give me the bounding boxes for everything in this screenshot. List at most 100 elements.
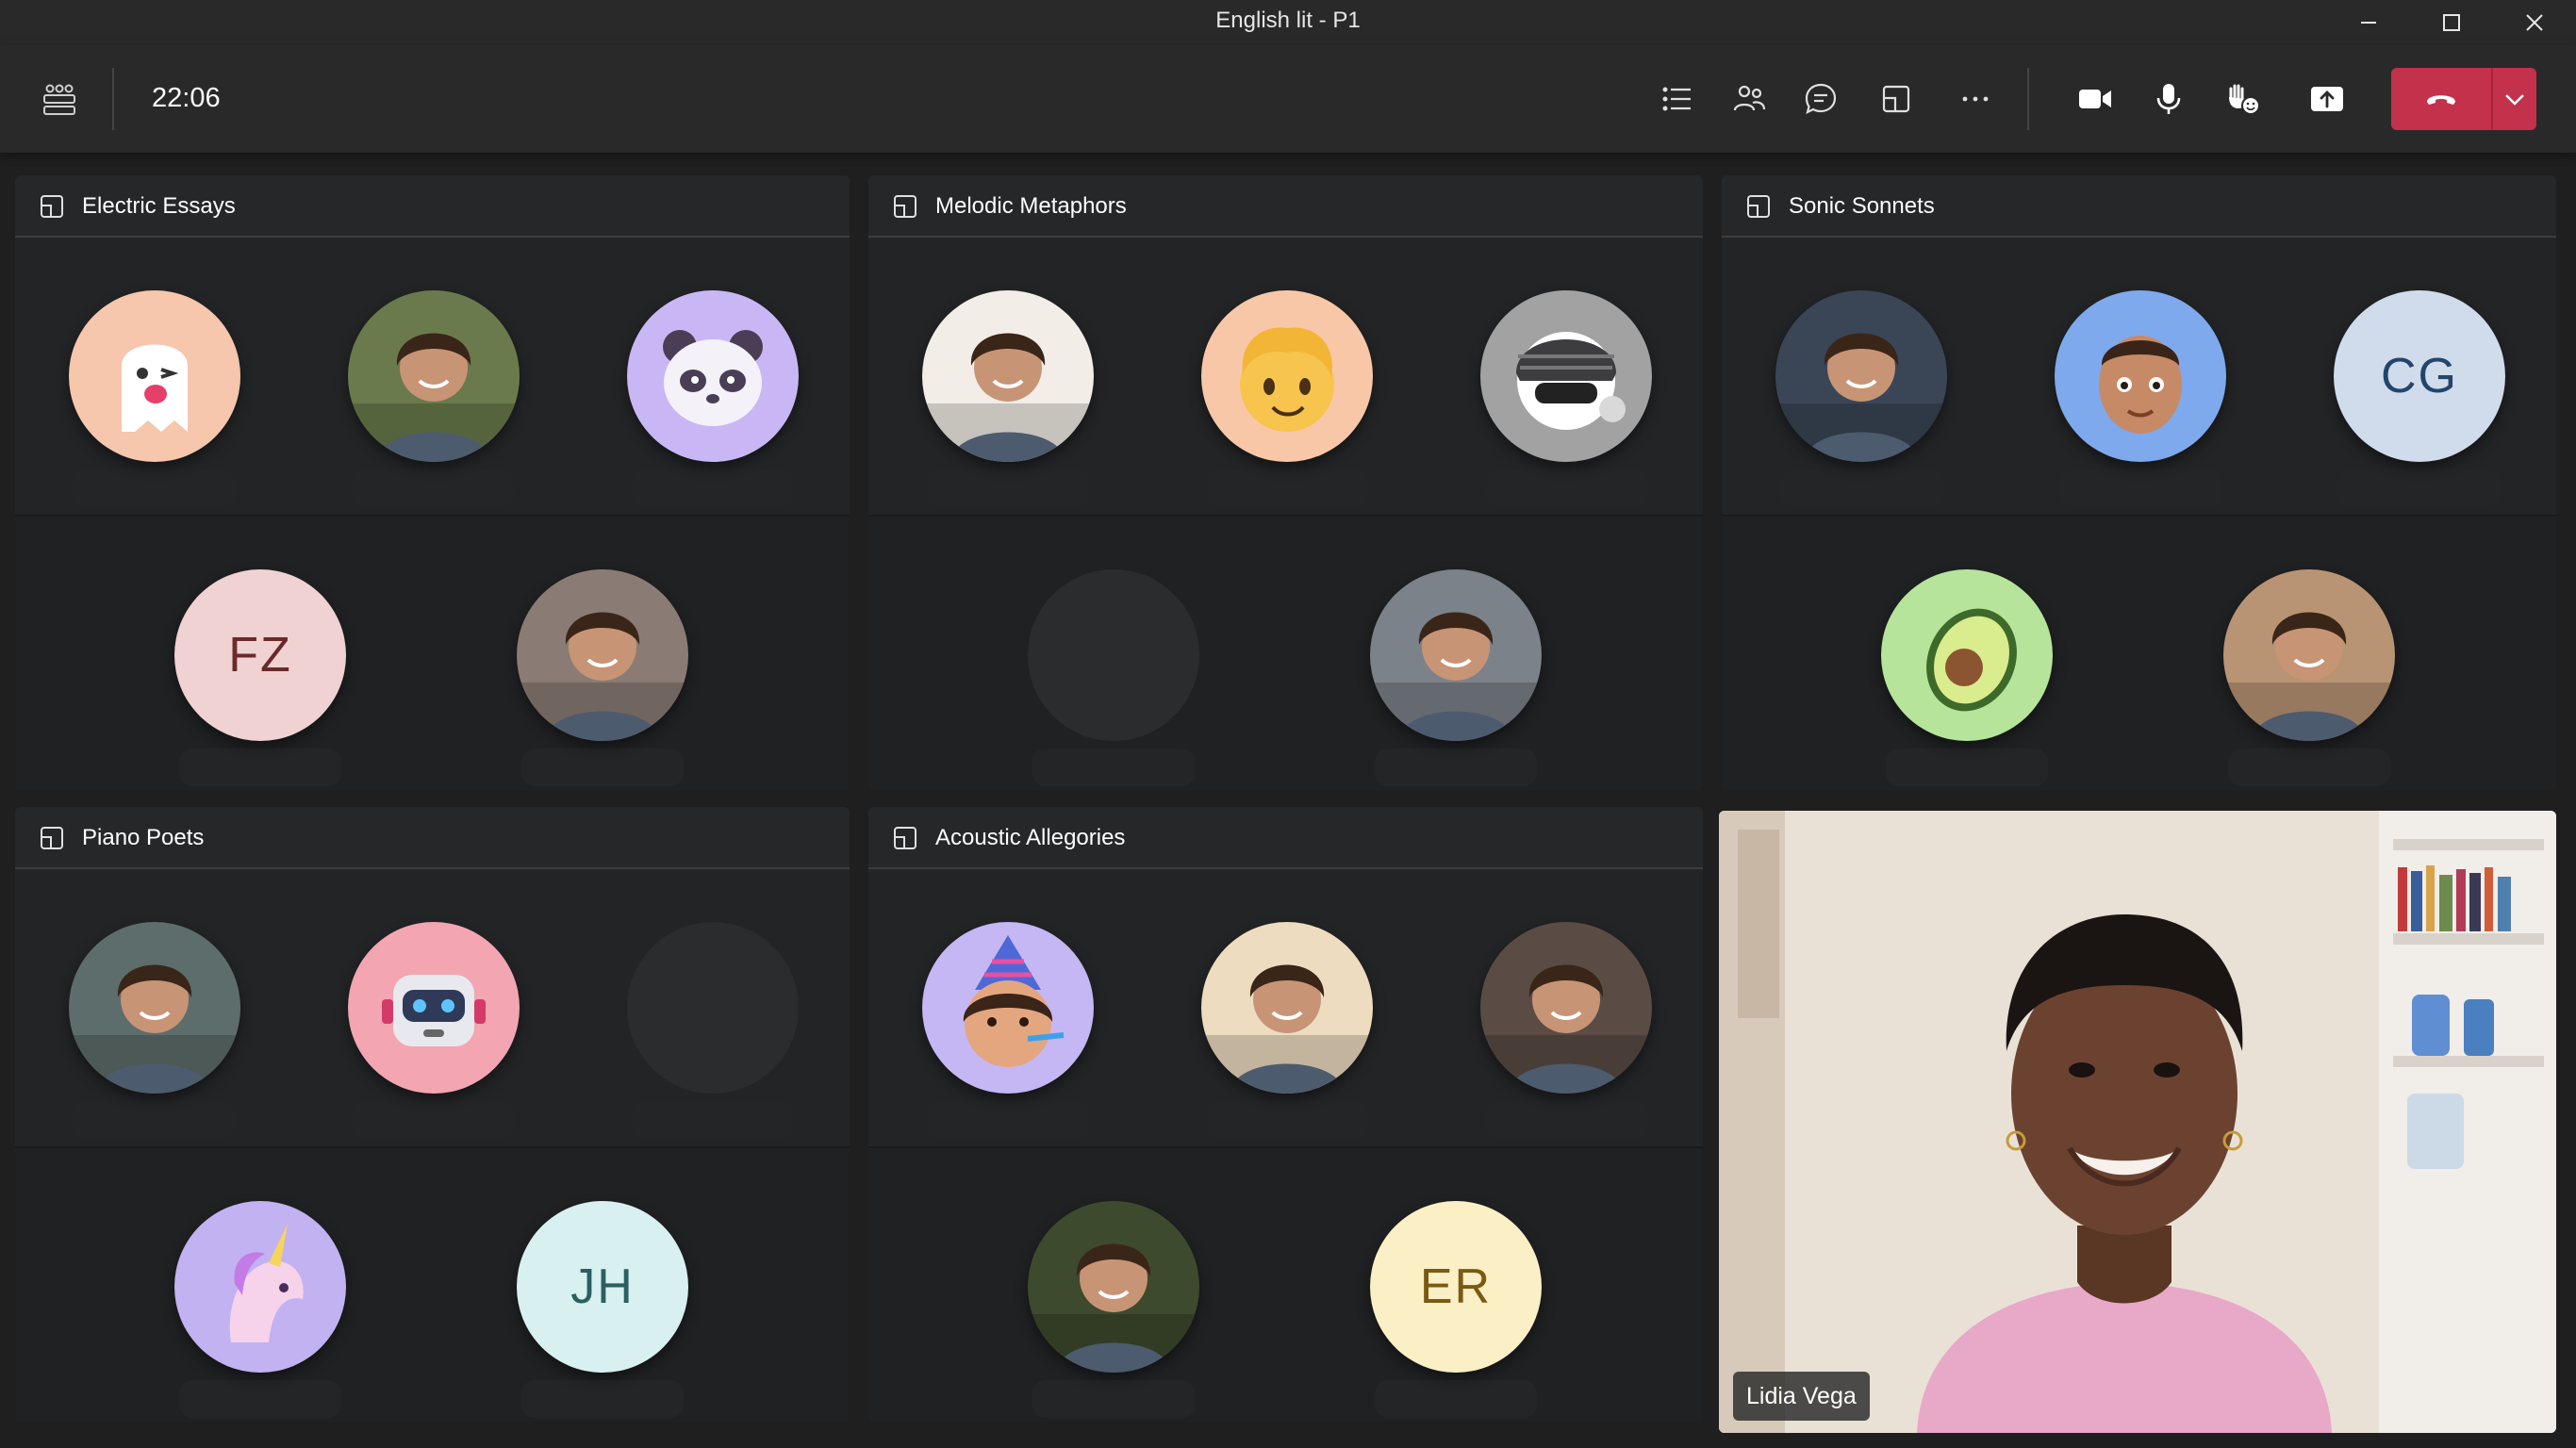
participant-avatar[interactable] — [922, 290, 1094, 462]
participant-avatar[interactable] — [1881, 569, 2053, 741]
participant-avatar[interactable] — [1480, 290, 1652, 462]
participant-nameplate — [927, 469, 1089, 507]
camera-button[interactable] — [2065, 69, 2125, 129]
people-button[interactable] — [1719, 69, 1779, 129]
room-band-bottom — [868, 1148, 1703, 1422]
chat-icon — [1805, 83, 1837, 115]
room-band-bottom — [1722, 517, 2556, 790]
close-icon — [2526, 14, 2543, 31]
participant-photo — [922, 290, 1094, 462]
participant-avatar[interactable] — [348, 290, 520, 462]
participant-nameplate — [353, 1101, 515, 1139]
minimize-button[interactable] — [2327, 0, 2410, 45]
breakout-rooms-button[interactable] — [1866, 69, 1926, 129]
breakout-room-icon — [41, 195, 63, 218]
participant-nameplate — [1485, 1101, 1647, 1139]
participant-nameplate — [632, 1101, 794, 1139]
breakout-icon — [1882, 85, 1910, 113]
unicorn-icon — [174, 1201, 346, 1373]
panda-icon — [627, 290, 799, 462]
participant-video — [1719, 811, 2556, 1433]
participant-name-label: Lidia Vega — [1733, 1372, 1870, 1421]
share-icon — [2311, 87, 2343, 111]
participant-photo — [1775, 290, 1947, 462]
hang-up-icon — [2427, 95, 2455, 105]
reactions-button[interactable] — [2212, 69, 2272, 129]
mic-button[interactable] — [2138, 69, 2199, 129]
toolbar-separator — [2027, 68, 2029, 130]
participant-avatar[interactable]: FZ — [174, 569, 346, 741]
meeting-toolbar: 22:06 — [0, 45, 2576, 153]
more-icon — [1962, 96, 1989, 102]
avocado-icon — [1881, 569, 2053, 741]
room-band-bottom — [15, 517, 850, 790]
breakout-room[interactable]: Acoustic Allegories ER — [868, 807, 1703, 1422]
participant-avatar[interactable] — [69, 290, 240, 462]
room-header: Melodic Metaphors — [868, 175, 1703, 238]
avatar-initials: CG — [2381, 349, 2458, 403]
participant-nameplate — [521, 1380, 684, 1418]
leave-button-group — [2391, 68, 2536, 130]
maximize-icon — [2443, 14, 2460, 31]
participant-avatar[interactable] — [517, 569, 688, 741]
close-button[interactable] — [2493, 0, 2576, 45]
participant-avatar[interactable]: CG — [2334, 290, 2505, 462]
participant-avatar[interactable] — [1370, 569, 1542, 741]
participant-avatar[interactable]: ER — [1370, 1201, 1542, 1373]
participant-nameplate — [353, 469, 515, 507]
share-button[interactable] — [2297, 69, 2357, 129]
breakout-room[interactable]: Sonic Sonnets CG — [1722, 175, 2556, 790]
chat-button[interactable] — [1791, 69, 1851, 129]
chevron-down-icon — [2505, 94, 2524, 106]
room-title: Electric Essays — [82, 193, 236, 219]
raise-hand-icon — [2229, 84, 2260, 115]
leave-options-button[interactable] — [2493, 68, 2536, 130]
participant-nameplate — [632, 469, 794, 507]
leave-button[interactable] — [2391, 68, 2491, 130]
ghost-icon — [69, 290, 240, 462]
meeting-timer: 22:06 — [152, 83, 221, 113]
participant-photo — [1480, 922, 1652, 1094]
participant-avatar[interactable] — [174, 1201, 346, 1373]
more-options-button[interactable] — [1945, 69, 2006, 129]
participant-nameplate — [1886, 749, 2048, 786]
participant-avatar[interactable] — [69, 922, 240, 1094]
participant-avatar[interactable] — [2055, 290, 2226, 462]
room-header: Acoustic Allegories — [868, 807, 1703, 869]
participant-avatar[interactable] — [1775, 290, 1947, 462]
participant-nameplate — [179, 749, 341, 786]
participant-avatar[interactable] — [2223, 569, 2395, 741]
participant-nameplate — [2228, 749, 2390, 786]
breakout-room[interactable]: Electric Essays FZ — [15, 175, 850, 790]
participant-avatar[interactable] — [627, 290, 799, 462]
rooms-button[interactable] — [29, 69, 90, 129]
participant-avatar[interactable] — [1480, 922, 1652, 1094]
participant-avatar[interactable] — [1201, 290, 1373, 462]
man-face-icon — [2055, 290, 2226, 462]
participant-avatar[interactable] — [1028, 1201, 1199, 1373]
room-title: Melodic Metaphors — [935, 193, 1127, 219]
breakout-room[interactable]: Melodic Metaphors — [868, 175, 1703, 790]
participant-avatar[interactable] — [348, 922, 520, 1094]
agenda-button[interactable] — [1647, 69, 1708, 129]
participant-avatar[interactable] — [922, 922, 1094, 1094]
room-header: Electric Essays — [15, 175, 850, 238]
party-girl-icon — [922, 922, 1094, 1094]
people-icon — [1733, 85, 1766, 111]
room-band-bottom — [15, 1148, 850, 1422]
avatar-initials: JH — [570, 1259, 635, 1314]
video-tile[interactable]: Lidia Vega — [1719, 811, 2556, 1433]
participant-nameplate — [2059, 469, 2221, 507]
avatar-initials: ER — [1419, 1259, 1493, 1314]
breakout-room-icon — [41, 827, 63, 849]
breakout-room[interactable]: Piano Poets JH — [15, 807, 850, 1422]
maximize-button[interactable] — [2410, 0, 2493, 45]
participant-avatar[interactable] — [1201, 922, 1373, 1094]
participant-nameplate — [1780, 469, 1942, 507]
participant-nameplate — [1032, 749, 1195, 786]
participant-photo — [517, 569, 688, 741]
avatar-initials: FZ — [228, 628, 292, 683]
robot-icon — [348, 922, 520, 1094]
participant-photo — [1028, 1201, 1199, 1373]
participant-avatar[interactable]: JH — [517, 1201, 688, 1373]
